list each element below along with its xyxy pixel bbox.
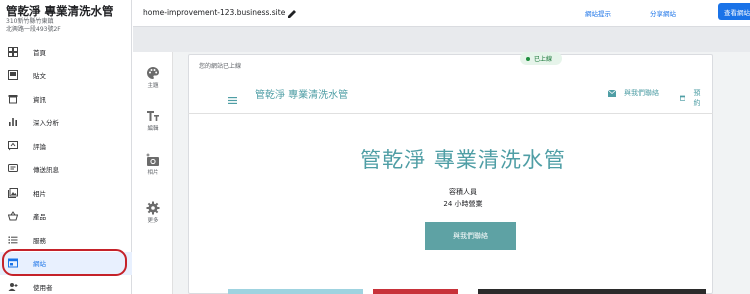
sidebar-item-info[interactable]: 資訊 — [0, 87, 132, 111]
hero-title: 管乾淨 專業清洗水管 — [360, 148, 566, 172]
sidebar-item-reviews[interactable]: 評論 — [0, 134, 132, 158]
sidebar-item-label: 傳送訊息 — [33, 166, 59, 175]
business-name: 管乾淨 專業清洗水管 — [6, 4, 114, 18]
tool-label: 相片 — [147, 170, 159, 176]
address-line-2: 北興路一段493號2F — [6, 25, 61, 33]
sidebar-item-posts[interactable]: 貼文 — [0, 64, 132, 88]
nav-contact-label: 與我們聯絡 — [624, 89, 659, 97]
posts-icon — [7, 69, 19, 81]
sidebar-item-label: 服務 — [33, 236, 46, 245]
site-divider — [188, 113, 713, 114]
sidebar-item-label: 首頁 — [33, 48, 46, 57]
tool-label: 更多 — [147, 218, 159, 224]
tool-label: 編輯 — [147, 126, 159, 132]
hero-photo-strip — [228, 289, 706, 294]
add-photo-icon — [146, 152, 160, 166]
products-basket-icon — [7, 210, 19, 222]
live-dot-icon — [526, 56, 530, 61]
reviews-icon — [7, 140, 19, 152]
nav-book-label: 預約 — [693, 89, 701, 107]
palette-icon — [146, 65, 160, 79]
sidebar-item-messages[interactable]: 傳送訊息 — [0, 158, 132, 182]
sidebar-item-services[interactable]: 服務 — [0, 228, 132, 252]
site-navbar: 管乾淨 專業清洗水管 與我們聯絡 預約 — [228, 82, 700, 107]
website-tips-link[interactable]: 網站提示 — [585, 8, 611, 18]
tool-photos[interactable]: 相片 — [133, 152, 173, 176]
sidebar-item-label: 評論 — [33, 142, 46, 151]
sidebar-item-label: 資訊 — [33, 95, 46, 104]
sidebar-item-label: 相片 — [33, 189, 46, 198]
photo-tile — [363, 289, 373, 294]
insights-bar-icon — [7, 116, 19, 128]
tool-edit[interactable]: 編輯 — [133, 108, 173, 132]
tool-more[interactable]: 更多 — [133, 200, 173, 224]
hero-subtitle-hours: 24 小時營業 — [443, 200, 483, 208]
photos-icon — [7, 187, 19, 199]
view-website-button[interactable]: 查看網站 — [718, 3, 750, 20]
live-badge-label: 已上線 — [534, 56, 553, 63]
workspace-band — [133, 27, 750, 52]
hamburger-menu-icon[interactable] — [228, 89, 237, 104]
share-website-link[interactable]: 分享網站 — [650, 8, 676, 18]
live-badge: 已上線 — [520, 52, 562, 65]
gear-icon — [146, 200, 160, 215]
sidebar-item-label: 使用者 — [33, 283, 53, 292]
sidebar-item-label: 深入分析 — [33, 119, 59, 128]
add-user-icon — [7, 281, 19, 293]
photo-tile — [373, 289, 458, 294]
photo-tile — [228, 289, 363, 294]
edit-pencil-icon[interactable] — [286, 5, 298, 18]
sidebar-item-products[interactable]: 產品 — [0, 205, 132, 229]
hero-contact-button[interactable]: 與我們聯絡 — [425, 222, 516, 250]
app-root: 管乾淨 專業清洗水管 310新竹縣竹東鎮 北興路一段493號2F 首頁 貼文 資… — [0, 0, 750, 294]
text-format-icon — [146, 108, 160, 122]
calendar-icon — [680, 95, 686, 101]
sidebar-item-photos[interactable]: 相片 — [0, 181, 132, 205]
highlight-annotation — [2, 249, 127, 276]
sidebar-item-label: 產品 — [33, 213, 46, 222]
address-line-1: 310新竹縣竹東鎮 — [6, 18, 54, 25]
nav-contact-link[interactable]: 與我們聯絡 — [608, 88, 659, 98]
services-list-icon — [7, 234, 19, 246]
mail-icon — [608, 89, 616, 97]
tool-label: 主題 — [147, 83, 159, 89]
home-grid-icon — [7, 46, 19, 58]
top-bar: home-improvement-123.business.site 網站提示 … — [133, 0, 750, 27]
messages-icon — [7, 163, 19, 175]
business-address: 310新竹縣竹東鎮 北興路一段493號2F — [6, 18, 61, 33]
site-nav-title[interactable]: 管乾淨 專業清洗水管 — [255, 86, 348, 101]
storefront-icon — [7, 93, 19, 105]
sidebar-item-insights[interactable]: 深入分析 — [0, 111, 132, 135]
hero-subtitle-staff: 容積人員 — [449, 188, 477, 196]
tool-theme[interactable]: 主題 — [133, 65, 173, 89]
sidebar-item-users[interactable]: 使用者 — [0, 275, 132, 294]
photo-tile — [458, 289, 478, 294]
site-url: home-improvement-123.business.site — [143, 8, 286, 17]
sidebar-item-label: 貼文 — [33, 72, 46, 81]
sidebar-item-home[interactable]: 首頁 — [0, 40, 132, 64]
preview-status: 您的網站已上線 — [199, 63, 242, 70]
nav-book-link[interactable]: 預約 — [680, 88, 703, 108]
photo-tile — [478, 289, 706, 294]
editor-tools: 主題 編輯 相片 更多 — [133, 52, 173, 294]
